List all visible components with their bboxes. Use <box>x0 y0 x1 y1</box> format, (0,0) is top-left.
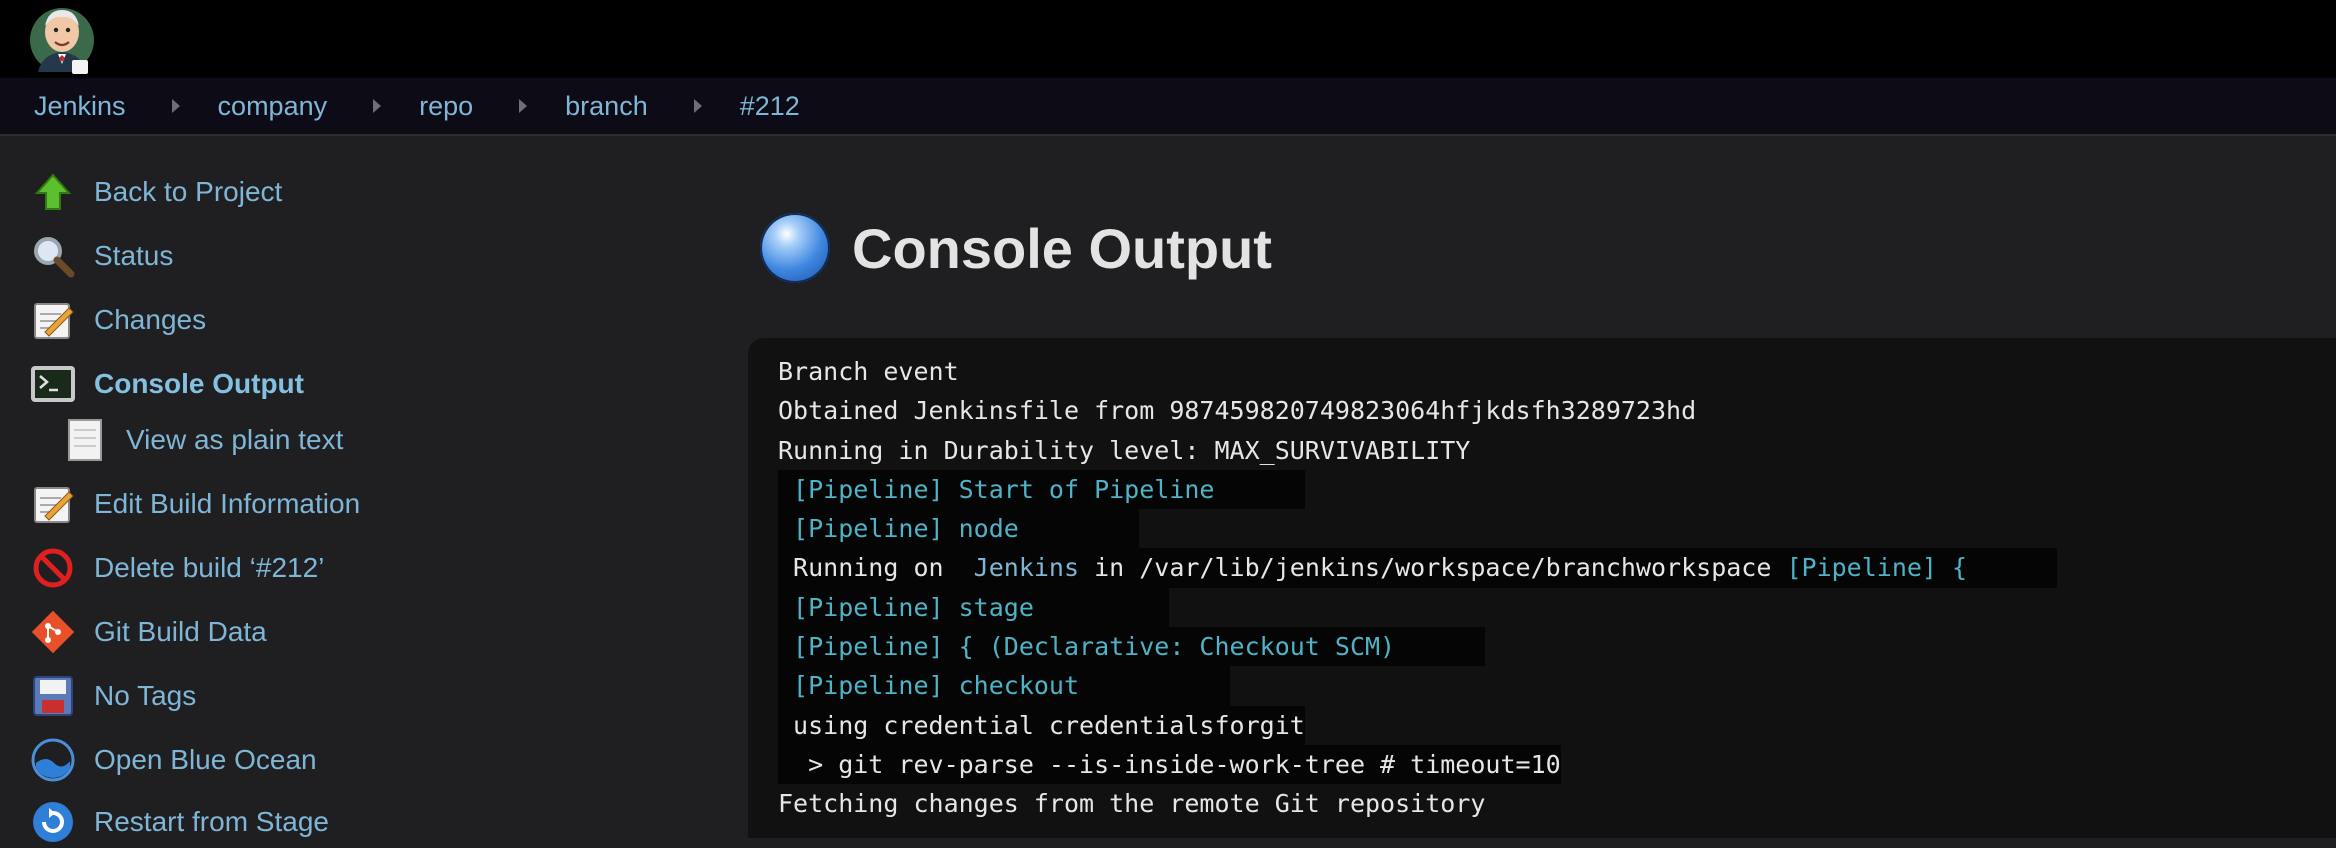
sidebar-item-no-tags[interactable]: No Tags <box>30 670 196 722</box>
floppy-disk-icon <box>30 673 76 719</box>
console-text: Running on <box>778 553 959 583</box>
console-line: [Pipeline] Start of Pipeline <box>778 469 2057 510</box>
breadcrumb-repo[interactable]: repo <box>419 91 473 122</box>
console-log: Branch event Obtained Jenkinsfile from 98… <box>778 352 2058 824</box>
console-line: [Pipeline] stage <box>778 587 2057 628</box>
top-header <box>0 0 2336 78</box>
console-text: Fetching changes from the remote Git rep… <box>778 789 1486 819</box>
console-line: > git rev-parse --is-inside-work-tree # … <box>778 744 2057 785</box>
console-text: [Pipeline] { (Declarative: Checkout SCM) <box>778 632 1486 662</box>
sidebar-item-label: Delete build ‘#212’ <box>94 552 325 583</box>
sidebar-item-label: View as plain text <box>126 424 344 455</box>
sidebar-item-label: Console Output <box>94 368 304 399</box>
sidebar-item-open-blue-ocean[interactable]: Open Blue Ocean <box>30 734 317 786</box>
console-text: [Pipeline] { <box>1786 553 2058 583</box>
build-status-ball-icon <box>760 213 830 283</box>
console-node-link[interactable]: Jenkins <box>959 553 1079 582</box>
up-arrow-icon <box>30 169 76 215</box>
breadcrumb-jenkins[interactable]: Jenkins <box>34 91 126 122</box>
console-line: Fetching changes from the remote Git rep… <box>778 784 2057 823</box>
sidebar-item-label: Edit Build Information <box>94 488 361 519</box>
notepad-icon <box>30 297 76 343</box>
sidebar-item-changes[interactable]: Changes <box>30 294 206 346</box>
breadcrumb-branch[interactable]: branch <box>565 91 648 122</box>
sidebar-item-label: Back to Project <box>94 176 283 207</box>
sidebar-item-status[interactable]: Status <box>30 230 173 282</box>
no-entry-icon <box>30 545 76 591</box>
sidebar-item-label: Open Blue Ocean <box>94 744 317 775</box>
chevron-right-icon[interactable] <box>519 99 528 113</box>
sidebar-item-delete-build[interactable]: Delete build ‘#212’ <box>30 542 324 594</box>
console-text: [Pipeline] checkout <box>778 671 1230 701</box>
terminal-icon <box>30 361 76 407</box>
console-text: [Pipeline] Start of Pipeline <box>778 474 1305 504</box>
console-line: [Pipeline] { (Declarative: Checkout SCM) <box>778 627 2057 667</box>
console-text: using credential credentialsforgit <box>778 710 1305 740</box>
chevron-right-icon[interactable] <box>693 99 702 113</box>
jenkins-logo[interactable] <box>28 2 98 80</box>
sidebar-item-label: Git Build Data <box>94 616 267 647</box>
magnifier-icon <box>30 233 76 279</box>
console-line: using credential credentialsforgit <box>778 705 2057 745</box>
console-line: [Pipeline] checkout <box>778 666 2057 706</box>
sidebar-item-label: Status <box>94 240 174 271</box>
chevron-right-icon[interactable] <box>373 99 382 113</box>
sidebar-item-restart-from-stage[interactable]: Restart from Stage <box>30 796 329 848</box>
console-text: [Pipeline] node <box>778 514 1140 544</box>
git-icon <box>30 609 76 655</box>
sidebar: Back to Project Status Changes Console O… <box>0 136 740 842</box>
console-line: Obtained Jenkinsfile from 98745982074982… <box>778 391 2057 430</box>
sidebar-item-back-to-project[interactable]: Back to Project <box>30 166 282 218</box>
console-text: Branch event <box>778 357 959 386</box>
sidebar-item-label: Restart from Stage <box>94 806 329 837</box>
console-text: in /var/lib/jenkins/workspace/branchwork… <box>1079 553 1787 583</box>
console-output-panel[interactable]: Branch event Obtained Jenkinsfile from 98… <box>748 338 2336 838</box>
console-text: Obtained Jenkinsfile from 98745982074982… <box>778 396 1697 426</box>
console-line: Branch event <box>778 352 2057 391</box>
sidebar-item-console-output[interactable]: Console Output <box>30 358 304 410</box>
sidebar-item-label: Changes <box>94 304 207 335</box>
console-text: Running in Durability level: MAX_SURVIVA… <box>778 435 1471 465</box>
console-line: Running on Jenkins in /var/lib/jenkins/w… <box>778 548 2058 588</box>
breadcrumb: Jenkins company repo branch #212 <box>0 78 2336 136</box>
chevron-right-icon[interactable] <box>171 99 180 113</box>
sidebar-item-view-plain-text[interactable]: View as plain text <box>62 414 343 466</box>
document-icon <box>62 417 108 463</box>
sidebar-item-git-build-data[interactable]: Git Build Data <box>30 606 267 658</box>
console-line: Running in Durability level: MAX_SURVIVA… <box>778 431 2057 470</box>
console-line: [Pipeline] node <box>778 509 2057 549</box>
sidebar-item-edit-build-information[interactable]: Edit Build Information <box>30 478 360 530</box>
page-header: Console Output <box>760 210 1272 286</box>
console-text: [Pipeline] stage <box>778 592 1170 622</box>
breadcrumb-build[interactable]: #212 <box>740 91 800 122</box>
sidebar-item-label: No Tags <box>94 680 197 711</box>
page-title: Console Output <box>852 216 1272 280</box>
notepad-icon <box>30 481 76 527</box>
breadcrumb-company[interactable]: company <box>218 91 328 122</box>
blue-ocean-icon <box>30 737 76 783</box>
console-text: > git rev-parse --is-inside-work-tree # … <box>778 749 1561 779</box>
restart-icon <box>30 799 76 845</box>
